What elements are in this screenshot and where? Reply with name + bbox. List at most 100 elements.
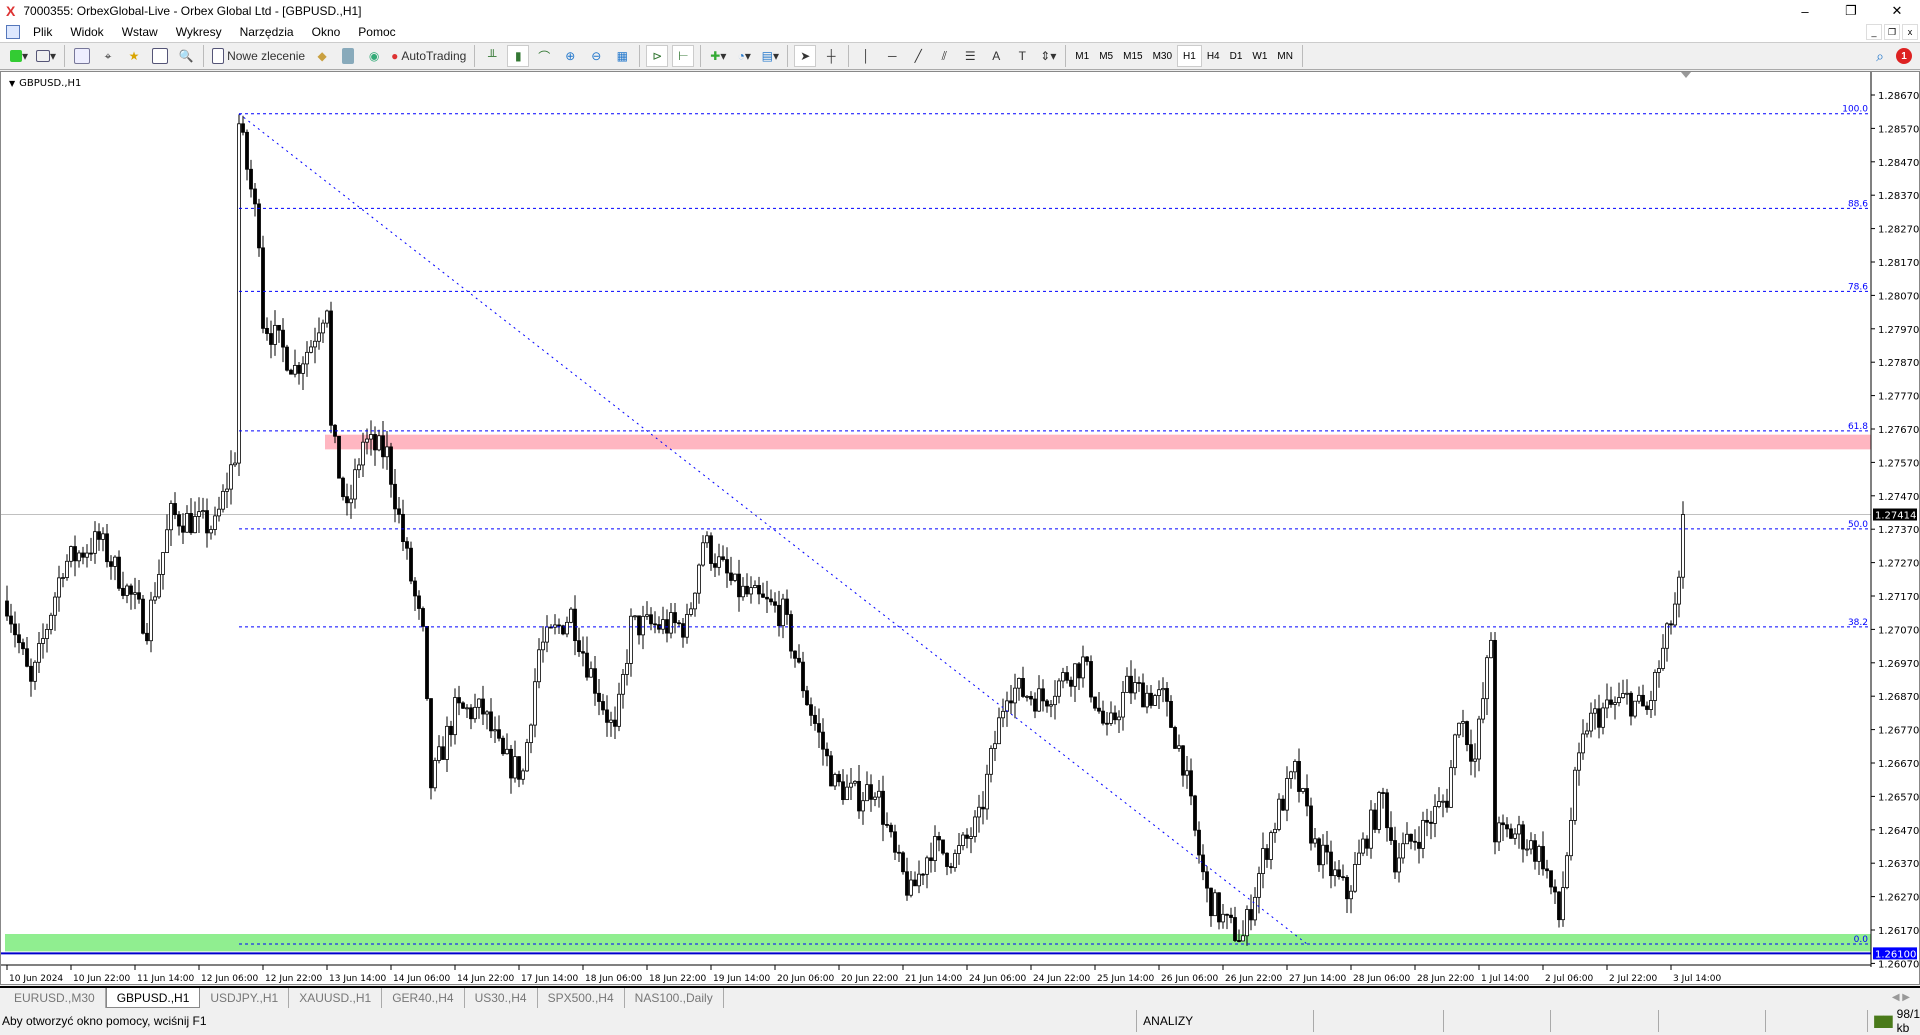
indicators-button[interactable]: ✚ ▾ bbox=[707, 45, 729, 67]
menu-wstaw[interactable]: Wstaw bbox=[113, 25, 167, 39]
tab-ger40-h4[interactable]: GER40.,H4 bbox=[382, 988, 465, 1008]
periods-button[interactable]: ◔ ▾ bbox=[733, 45, 755, 67]
dropdown-triangle-icon[interactable]: ▼ bbox=[9, 79, 15, 88]
fibonacci-button[interactable]: ☰ bbox=[959, 45, 981, 67]
terminal-button[interactable] bbox=[149, 45, 171, 67]
bar-chart-button[interactable]: ╨ bbox=[481, 45, 503, 67]
crosshair-button[interactable]: ┼ bbox=[820, 45, 842, 67]
trendline-button[interactable]: ╱ bbox=[907, 45, 929, 67]
chart-canvas[interactable]: 100.0 88.6 78.6 61.8 50.0 38.2 0.0 1.28670 1.285… bbox=[1, 72, 1919, 984]
mdi-restore-button[interactable]: ❐ bbox=[1884, 24, 1900, 40]
timeframe-mn[interactable]: MN bbox=[1272, 45, 1298, 67]
chart-window-icon[interactable] bbox=[6, 25, 20, 39]
cursor-button[interactable]: ➤ bbox=[794, 45, 817, 67]
new-chart-button[interactable]: ▾ bbox=[8, 45, 30, 67]
candle-body bbox=[149, 599, 153, 642]
tab-scroll-arrows-icon[interactable]: ◀ ▶ bbox=[1892, 992, 1910, 1003]
menu-narzedzia[interactable]: Narzędzia bbox=[231, 25, 303, 39]
text-button[interactable]: A bbox=[985, 45, 1007, 67]
navigator-button[interactable]: ★ bbox=[123, 45, 145, 67]
notification-badge[interactable]: 1 bbox=[1896, 48, 1912, 64]
signals-button[interactable] bbox=[337, 45, 359, 67]
candle bbox=[849, 767, 853, 800]
zoom-out-button[interactable]: ⊖ bbox=[585, 45, 607, 67]
strategy-tester-button[interactable]: 🔍 bbox=[175, 45, 197, 67]
menu-plik[interactable]: Plik bbox=[24, 25, 61, 39]
timeframe-h1[interactable]: H1 bbox=[1177, 45, 1202, 67]
new-order-icon bbox=[212, 48, 225, 64]
timeframe-m30[interactable]: M30 bbox=[1148, 45, 1177, 67]
vertical-line-button[interactable]: │ bbox=[855, 45, 877, 67]
candle-body bbox=[253, 188, 257, 205]
timeframe-d1[interactable]: D1 bbox=[1225, 45, 1248, 67]
time-tick-label: 28 Jun 22:00 bbox=[1417, 974, 1474, 984]
candle-body bbox=[1233, 917, 1237, 941]
timeframe-m5[interactable]: M5 bbox=[1094, 45, 1118, 67]
search-icon[interactable]: ⌕ bbox=[1876, 48, 1884, 65]
timeframe-w1[interactable]: W1 bbox=[1247, 45, 1272, 67]
candle bbox=[1057, 678, 1061, 704]
candle bbox=[341, 476, 345, 501]
candle-body bbox=[1481, 698, 1485, 720]
price-chart[interactable]: 100.0 88.6 78.6 61.8 50.0 38.2 0.0 1.28670 1.285… bbox=[0, 71, 1920, 985]
autoscroll-button[interactable]: ⊳ bbox=[646, 45, 669, 67]
candle bbox=[1425, 808, 1429, 837]
candle-body bbox=[181, 525, 185, 533]
price-tick-label: 1.27770 bbox=[1878, 392, 1919, 403]
candle-body bbox=[1657, 668, 1661, 673]
menu-wykresy[interactable]: Wykresy bbox=[167, 25, 231, 39]
menu-widok[interactable]: Widok bbox=[61, 25, 112, 39]
tab-eurusd-m30[interactable]: EURUSD.,M30 bbox=[4, 988, 106, 1008]
line-chart-button[interactable]: ⌒ bbox=[533, 45, 555, 67]
candle-body bbox=[589, 668, 593, 678]
tab-nas100-daily[interactable]: NAS100.,Daily bbox=[625, 988, 724, 1008]
tab-spx500-h4[interactable]: SPX500.,H4 bbox=[538, 988, 625, 1008]
candle bbox=[605, 695, 609, 737]
time-tick-label: 12 Jun 06:00 bbox=[201, 974, 258, 984]
tab-us30-h4[interactable]: US30.,H4 bbox=[465, 988, 538, 1008]
text-label-button[interactable]: T bbox=[1011, 45, 1033, 67]
mdi-minimize-button[interactable]: _ bbox=[1866, 24, 1882, 40]
candle bbox=[1525, 839, 1529, 857]
candle bbox=[437, 735, 441, 764]
candle-body bbox=[1141, 682, 1145, 708]
candle-body bbox=[349, 498, 353, 504]
tab-xauusd-h1[interactable]: XAUUSD.,H1 bbox=[289, 988, 383, 1008]
candle-body bbox=[17, 634, 21, 644]
candle-body bbox=[1169, 700, 1173, 728]
mdi-close-button[interactable]: x bbox=[1902, 24, 1918, 40]
minimize-button[interactable]: – bbox=[1782, 0, 1828, 22]
timeframe-m1[interactable]: M1 bbox=[1070, 45, 1094, 67]
zoom-in-button[interactable]: ⊕ bbox=[559, 45, 581, 67]
maximize-button[interactable]: ❐ bbox=[1828, 0, 1874, 22]
profiles-button[interactable]: ▾ bbox=[34, 45, 58, 67]
timeframe-h4[interactable]: H4 bbox=[1202, 45, 1225, 67]
data-window-button[interactable]: ⌖ bbox=[97, 45, 119, 67]
candle-body bbox=[1437, 801, 1441, 807]
market-watch-button[interactable] bbox=[71, 45, 93, 67]
chart-shift-button[interactable]: ⊢ bbox=[672, 45, 695, 67]
candle bbox=[769, 589, 773, 606]
candle bbox=[1145, 685, 1149, 714]
candle-body bbox=[1365, 838, 1369, 849]
tab-usdjpy-h1[interactable]: USDJPY.,H1 bbox=[200, 988, 290, 1008]
menu-okno[interactable]: Okno bbox=[303, 25, 350, 39]
candle bbox=[629, 608, 633, 677]
market-button[interactable]: ◆ bbox=[311, 45, 333, 67]
menu-pomoc[interactable]: Pomoc bbox=[349, 25, 404, 39]
equidistant-channel-button[interactable]: ⫽ bbox=[933, 45, 955, 67]
arrows-button[interactable]: ⇕ ▾ bbox=[1037, 45, 1059, 67]
tab-gbpusd-h1[interactable]: GBPUSD.,H1 bbox=[105, 988, 201, 1008]
candlestick-button[interactable]: ▮ bbox=[507, 45, 530, 67]
close-button[interactable]: ✕ bbox=[1874, 0, 1920, 22]
tile-windows-button[interactable]: ▦ bbox=[611, 45, 633, 67]
candle bbox=[869, 774, 873, 812]
radio-button[interactable]: ◉ bbox=[363, 45, 385, 67]
horizontal-line-button[interactable]: ─ bbox=[881, 45, 903, 67]
templates-button[interactable]: ▤ ▾ bbox=[759, 45, 781, 67]
autotrading-button[interactable]: ● AutoTrading bbox=[389, 45, 468, 67]
timeframe-m15[interactable]: M15 bbox=[1118, 45, 1147, 67]
candle-body bbox=[697, 564, 701, 594]
new-order-button[interactable]: Nowe zlecenie bbox=[210, 45, 307, 67]
connection-status[interactable]: ▇▇ 98/1 kb bbox=[1867, 1007, 1920, 1035]
